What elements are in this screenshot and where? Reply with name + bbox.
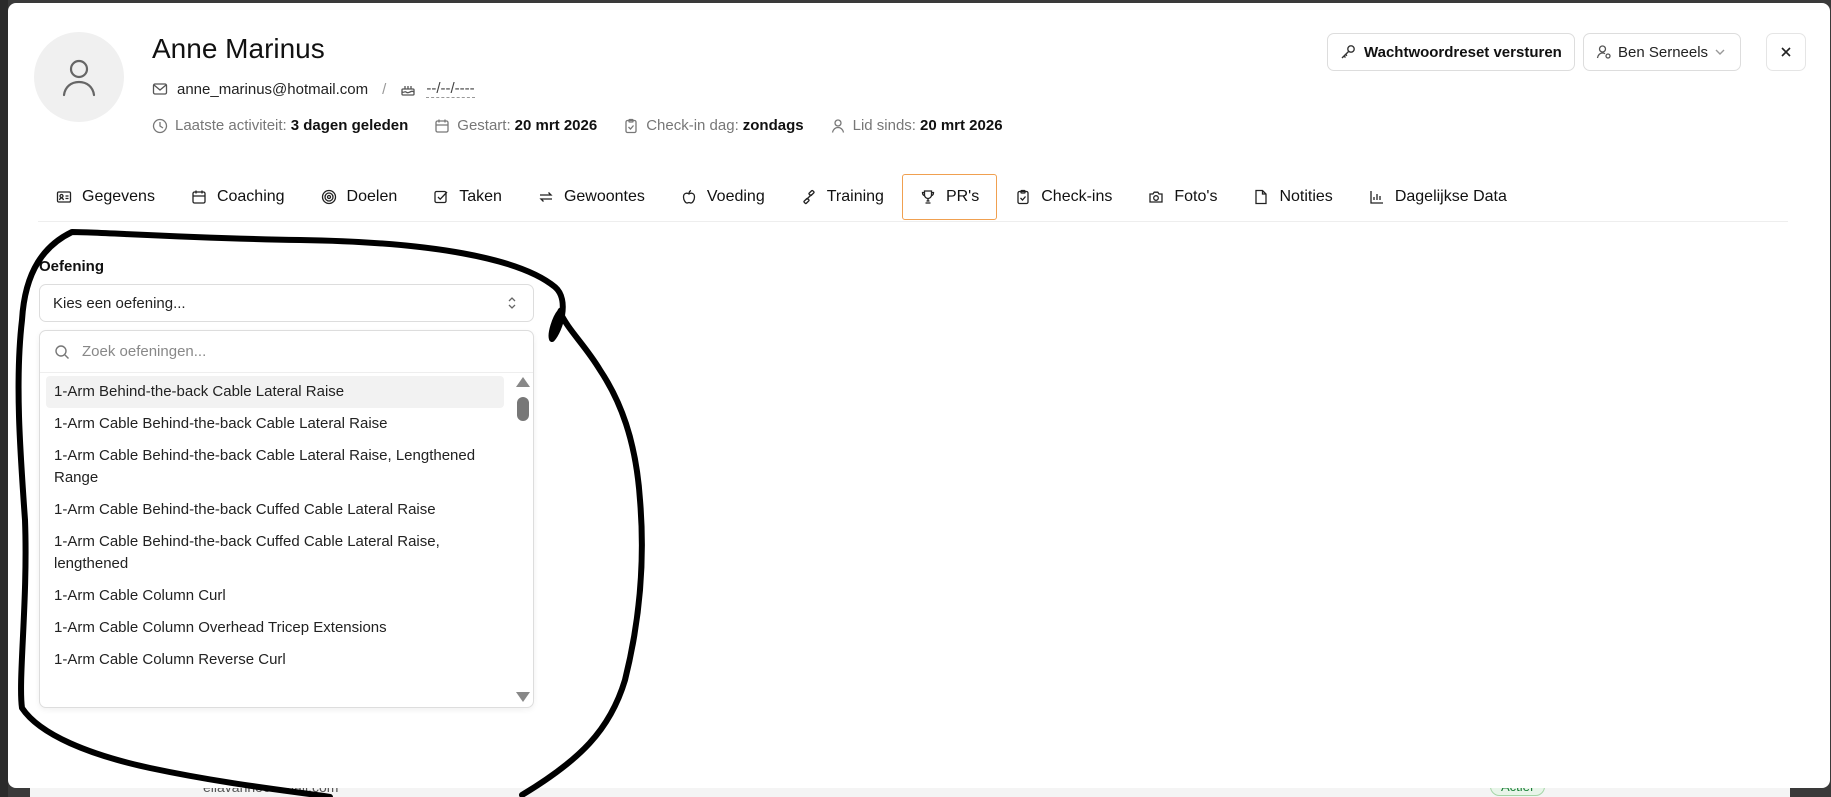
scrollbar-thumb[interactable] <box>517 397 529 421</box>
tab-check-ins[interactable]: Check-ins <box>997 174 1130 220</box>
tab-label: Voeding <box>706 188 765 205</box>
meta-row: Laatste activiteit: 3 dagen geleden Gest… <box>152 117 1029 134</box>
last-activity-label: Laatste activiteit: <box>175 117 287 134</box>
exercise-select[interactable]: Kies een oefening... <box>39 284 534 322</box>
trophy-icon <box>920 189 936 205</box>
id-card-icon <box>56 189 72 205</box>
tab-notities[interactable]: Notities <box>1235 174 1350 220</box>
clock-icon <box>152 118 168 134</box>
tab-voeding[interactable]: Voeding <box>663 174 783 220</box>
separator: / <box>382 80 387 98</box>
tab-doelen[interactable]: Doelen <box>303 174 416 220</box>
last-activity: Laatste activiteit: 3 dagen geleden <box>152 117 408 134</box>
note-icon <box>1253 189 1269 205</box>
email-text: anne_marinus@hotmail.com <box>177 80 369 98</box>
list-item[interactable]: 1-Arm Cable Behind-the-back Cable Latera… <box>46 440 504 494</box>
apple-icon <box>681 189 697 205</box>
list-item[interactable]: 1-Arm Cable Behind-the-back Cuffed Cable… <box>46 526 504 580</box>
tab-gegevens[interactable]: Gegevens <box>38 174 173 220</box>
bar-chart-icon <box>1369 189 1385 205</box>
started: Gestart: 20 mrt 2026 <box>434 117 597 134</box>
clipboard-check-icon <box>1015 189 1031 205</box>
exercise-label: Oefening <box>39 258 105 275</box>
cake-icon <box>400 81 416 97</box>
tab-label: PR's <box>945 188 980 205</box>
client-name: Anne Marinus <box>152 33 325 64</box>
list-item[interactable]: 1-Arm Behind-the-back Cable Lateral Rais… <box>46 376 504 408</box>
tab-label: Foto's <box>1174 188 1218 205</box>
calendar-icon <box>434 118 450 134</box>
target-icon <box>321 189 337 205</box>
exercise-option-list: 1-Arm Behind-the-back Cable Lateral Rais… <box>46 376 504 676</box>
client-detail-modal: Anne Marinus anne_marinus@hotmail.com / … <box>8 3 1830 788</box>
scroll-up-arrow[interactable] <box>516 377 530 387</box>
member-label: Lid sinds: <box>852 117 916 134</box>
list-item[interactable]: 1-Arm Cable Column Curl <box>46 580 504 612</box>
birthdate-field[interactable]: --/--/---- <box>426 80 475 98</box>
tab-label: Doelen <box>346 188 398 205</box>
checkbox-icon <box>433 189 449 205</box>
chevrons-up-down-icon <box>504 295 520 311</box>
tab-prs[interactable]: PR's <box>901 174 998 220</box>
tab-dagelijkse-data[interactable]: Dagelijkse Data <box>1351 174 1525 220</box>
tab-label: Notities <box>1279 188 1333 205</box>
tab-training[interactable]: Training <box>783 174 902 220</box>
chevron-down-icon <box>1712 44 1728 60</box>
last-activity-value: 3 dagen geleden <box>290 117 409 134</box>
tab-label: Coaching <box>216 188 285 205</box>
scroll-down-arrow[interactable] <box>516 692 530 702</box>
clipboard-check-icon <box>623 118 639 134</box>
user-icon <box>62 59 96 97</box>
tab-label: Taken <box>459 188 502 205</box>
started-value: 20 mrt 2026 <box>514 117 598 134</box>
tab-divider <box>38 221 1788 222</box>
tab-label: Dagelijkse Data <box>1394 188 1507 205</box>
camera-icon <box>1148 189 1164 205</box>
list-item[interactable]: 1-Arm Cable Behind-the-back Cuffed Cable… <box>46 494 504 526</box>
checkin-day: Check-in dag: zondags <box>623 117 804 134</box>
mail-icon <box>152 81 168 97</box>
tab-fotos[interactable]: Foto's <box>1130 174 1235 220</box>
search-icon <box>54 344 70 360</box>
checkin-label: Check-in dag: <box>646 117 739 134</box>
started-label: Gestart: <box>457 117 511 134</box>
tab-bar: Gegevens Coaching Doelen Taken Gewoontes… <box>38 173 1525 221</box>
member-value: 20 mrt 2026 <box>919 117 1003 134</box>
calendar-icon <box>191 189 207 205</box>
coach-select-label: Ben Serneels <box>1618 43 1709 61</box>
list-item[interactable]: 1-Arm Cable Column Overhead Tricep Exten… <box>46 612 504 644</box>
send-password-reset-button[interactable]: Wachtwoordreset versturen <box>1327 33 1575 71</box>
key-icon <box>1340 44 1356 60</box>
tab-coaching[interactable]: Coaching <box>173 174 303 220</box>
checkin-value: zondags <box>742 117 804 134</box>
close-icon <box>1778 44 1794 60</box>
exercise-select-placeholder: Kies een oefening... <box>53 294 186 312</box>
coach-select[interactable]: Ben Serneels <box>1583 33 1741 71</box>
close-button[interactable] <box>1766 33 1806 71</box>
user-cog-icon <box>1596 44 1612 60</box>
list-item[interactable]: 1-Arm Cable Column Reverse Curl <box>46 644 504 676</box>
exercise-dropdown: 1-Arm Behind-the-back Cable Lateral Rais… <box>39 330 534 708</box>
tab-label: Gewoontes <box>563 188 645 205</box>
tab-label: Check-ins <box>1041 188 1113 205</box>
window-edge <box>0 0 8 797</box>
member-since: Lid sinds: 20 mrt 2026 <box>830 117 1003 134</box>
exercise-search-row <box>40 331 533 373</box>
repeat-icon <box>538 189 554 205</box>
user-small-icon <box>830 118 846 134</box>
tab-gewoontes[interactable]: Gewoontes <box>520 174 663 220</box>
exercise-search-input[interactable] <box>80 342 504 361</box>
list-item[interactable]: 1-Arm Cable Behind-the-back Cable Latera… <box>46 408 504 440</box>
tab-taken[interactable]: Taken <box>415 174 520 220</box>
tab-label: Training <box>826 188 884 205</box>
contact-row: anne_marinus@hotmail.com / --/--/---- <box>152 80 475 98</box>
send-password-reset-label: Wachtwoordreset versturen <box>1364 43 1562 61</box>
dumbbell-icon <box>801 189 817 205</box>
tab-label: Gegevens <box>82 188 155 205</box>
avatar <box>34 32 124 122</box>
